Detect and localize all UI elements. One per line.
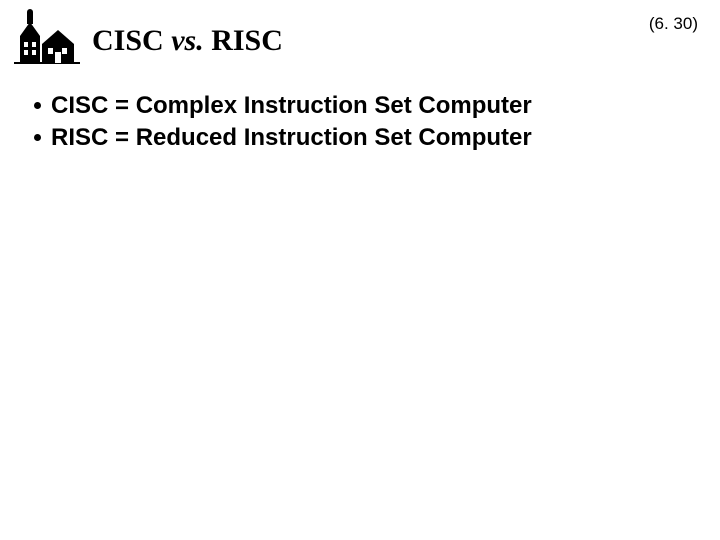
bullet-list: CISC = Complex Instruction Set Computer … xyxy=(34,90,532,155)
slide-title: CISC vs. RISC xyxy=(92,24,283,58)
title-vs: vs. xyxy=(171,24,204,57)
title-part2: RISC xyxy=(204,24,283,57)
page-number: (6. 30) xyxy=(649,14,698,34)
slide-header: CISC vs. RISC xyxy=(14,8,283,64)
building-logo-icon xyxy=(14,8,80,64)
list-item: RISC = Reduced Instruction Set Computer xyxy=(34,122,532,154)
bullet-icon xyxy=(34,134,41,141)
list-item: CISC = Complex Instruction Set Computer xyxy=(34,90,532,122)
title-part1: CISC xyxy=(92,24,171,57)
bullet-icon xyxy=(34,102,41,109)
bullet-text: RISC = Reduced Instruction Set Computer xyxy=(51,122,532,154)
bullet-text: CISC = Complex Instruction Set Computer xyxy=(51,90,532,122)
